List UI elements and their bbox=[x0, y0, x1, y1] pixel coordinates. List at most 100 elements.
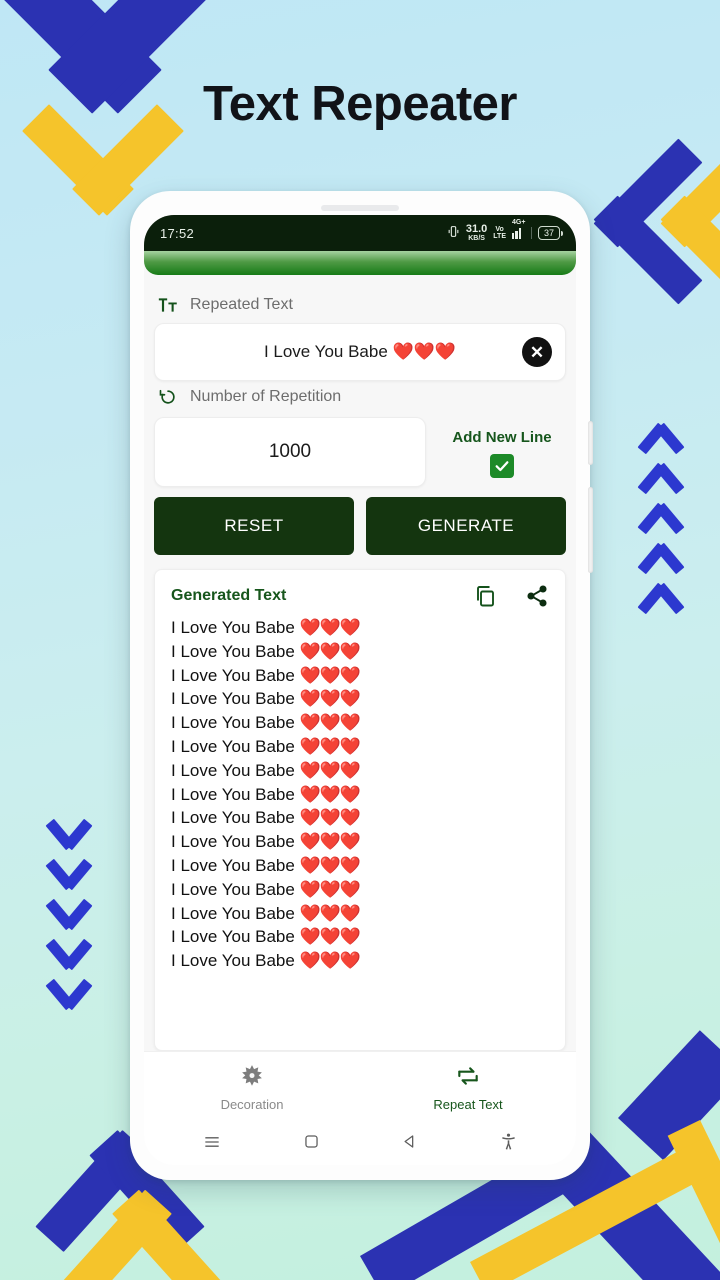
phone-screen: 17:52 31.0 KB/S Vo LTE 4G+ 37 Repeated T… bbox=[144, 215, 576, 1165]
repeated-text-input[interactable]: I Love You Babe ❤️❤️❤️ bbox=[154, 323, 566, 381]
generated-line-hearts: ❤️❤️❤️ bbox=[299, 855, 362, 875]
generated-text-line: I Love You Babe ❤️❤️❤️ bbox=[171, 830, 549, 854]
page-title: Text Repeater bbox=[203, 77, 517, 131]
generated-line-text: I Love You Babe bbox=[171, 665, 300, 685]
home-square-icon[interactable] bbox=[302, 1132, 321, 1156]
generated-text-body[interactable]: I Love You Babe ❤️❤️❤️ I Love You Babe ❤️… bbox=[155, 614, 565, 1050]
nav-item-repeat-text[interactable]: Repeat Text bbox=[360, 1063, 576, 1112]
text-format-icon bbox=[158, 295, 178, 315]
repeated-text-label-row: Repeated Text bbox=[154, 289, 566, 323]
generated-line-text: I Love You Babe bbox=[171, 713, 300, 733]
generated-line-hearts: ❤️❤️❤️ bbox=[299, 665, 362, 685]
generated-line-text: I Love You Babe bbox=[171, 808, 300, 828]
generate-button[interactable]: GENERATE bbox=[366, 497, 566, 555]
network-speed: 31.0 KB/S bbox=[465, 223, 488, 243]
nav-item-decoration[interactable]: Decoration bbox=[144, 1063, 360, 1112]
generated-line-hearts: ❤️❤️❤️ bbox=[299, 641, 362, 661]
generated-line-text: I Love You Babe bbox=[171, 832, 300, 852]
volte-indicator: Vo LTE bbox=[493, 226, 506, 240]
generated-line-text: I Love You Babe bbox=[171, 927, 300, 947]
generated-line-text: I Love You Babe bbox=[171, 903, 300, 923]
repeated-text-input-row: I Love You Babe ❤️❤️❤️ ✕ bbox=[154, 323, 566, 381]
copy-icon[interactable] bbox=[473, 584, 497, 608]
clear-circle-icon[interactable]: ✕ bbox=[522, 337, 552, 367]
volte-bottom: LTE bbox=[493, 233, 506, 240]
repeat-count-icon bbox=[158, 387, 178, 407]
phone-power-button[interactable] bbox=[588, 487, 593, 573]
generated-line-hearts: ❤️❤️❤️ bbox=[299, 808, 362, 828]
network-type: 4G+ bbox=[511, 218, 526, 226]
generated-line-text: I Love You Babe bbox=[171, 879, 300, 899]
repetition-row: 1000 Add New Line bbox=[154, 417, 566, 487]
generated-line-hearts: ❤️❤️❤️ bbox=[299, 736, 362, 756]
decorative-mini-chevron-up bbox=[637, 420, 685, 455]
generated-text-line: I Love You Babe ❤️❤️❤️ bbox=[171, 783, 549, 807]
decorative-mini-chevron-down bbox=[45, 898, 93, 932]
bottom-navigation: Decoration Repeat Text bbox=[144, 1051, 576, 1123]
generated-line-hearts: ❤️❤️❤️ bbox=[299, 832, 362, 852]
generated-text-line: I Love You Babe ❤️❤️❤️ bbox=[171, 902, 549, 926]
generated-line-hearts: ❤️❤️❤️ bbox=[299, 903, 362, 923]
repetition-input[interactable]: 1000 bbox=[154, 417, 426, 487]
reset-button[interactable]: RESET bbox=[154, 497, 354, 555]
decorative-mini-chevron-up bbox=[637, 460, 685, 495]
nav-label-repeat-text: Repeat Text bbox=[433, 1097, 503, 1112]
generated-text-line: I Love You Babe ❤️❤️❤️ bbox=[171, 735, 549, 759]
generated-text-line: I Love You Babe ❤️❤️❤️ bbox=[171, 759, 549, 783]
signal-icon: 4G+ bbox=[511, 219, 525, 239]
generated-text-line: I Love You Babe ❤️❤️❤️ bbox=[171, 949, 549, 973]
app-content: Repeated Text I Love You Babe ❤️❤️❤️ ✕ N… bbox=[144, 275, 576, 1051]
decorative-bar-yellow-bottom-right bbox=[667, 1120, 720, 1280]
generated-line-text: I Love You Babe bbox=[171, 784, 300, 804]
back-triangle-icon[interactable] bbox=[400, 1132, 419, 1156]
generated-line-text: I Love You Babe bbox=[171, 689, 300, 709]
generated-text-line: I Love You Babe ❤️❤️❤️ bbox=[171, 664, 549, 688]
phone-volume-button[interactable] bbox=[588, 421, 593, 465]
battery-indicator: 37 bbox=[537, 226, 563, 240]
repetition-label-row: Number of Repetition bbox=[154, 381, 566, 415]
generated-text-line: I Love You Babe ❤️❤️❤️ bbox=[171, 640, 549, 664]
decorative-mini-chevron-down bbox=[45, 858, 93, 892]
repeat-icon bbox=[455, 1067, 481, 1093]
share-icon[interactable] bbox=[525, 584, 549, 608]
nav-label-decoration: Decoration bbox=[220, 1097, 284, 1112]
decorative-mini-chevron-up bbox=[637, 580, 685, 615]
generated-text-line: I Love You Babe ❤️❤️❤️ bbox=[171, 925, 549, 949]
generated-line-text: I Love You Babe bbox=[171, 618, 300, 637]
action-buttons: RESET GENERATE bbox=[154, 497, 566, 555]
menu-icon[interactable] bbox=[202, 1132, 222, 1157]
status-time: 17:52 bbox=[160, 225, 195, 241]
decorative-mini-chevron-down bbox=[45, 978, 93, 1012]
generated-line-text: I Love You Babe bbox=[171, 641, 300, 661]
add-new-line-checkbox[interactable] bbox=[490, 454, 514, 478]
generated-text-line: I Love You Babe ❤️❤️❤️ bbox=[171, 806, 549, 830]
status-divider bbox=[530, 227, 532, 239]
generated-text-line: I Love You Babe ❤️❤️❤️ bbox=[171, 687, 549, 711]
network-speed-unit: KB/S bbox=[468, 235, 485, 242]
repeated-text-label: Repeated Text bbox=[190, 296, 293, 313]
generated-text-card: Generated Text I Love You Babe ❤️❤️❤️ I … bbox=[154, 569, 566, 1051]
network-speed-value: 31.0 bbox=[465, 223, 488, 235]
generated-text-title: Generated Text bbox=[171, 587, 287, 604]
generated-text-line: I Love You Babe ❤️❤️❤️ bbox=[171, 854, 549, 878]
status-bar: 17:52 31.0 KB/S Vo LTE 4G+ 37 bbox=[144, 215, 576, 251]
generated-line-hearts: ❤️❤️❤️ bbox=[299, 879, 362, 899]
app-bar-banner bbox=[144, 251, 576, 275]
generated-line-text: I Love You Babe bbox=[171, 951, 300, 971]
decorative-bar-blue-bottom-right-2 bbox=[618, 1030, 720, 1161]
generated-line-text: I Love You Babe bbox=[171, 736, 300, 756]
flower-icon bbox=[239, 1065, 265, 1093]
phone-speaker bbox=[321, 205, 399, 211]
decorative-mini-chevron-down bbox=[45, 938, 93, 972]
generated-line-hearts: ❤️❤️❤️ bbox=[299, 713, 362, 733]
decorative-mini-chevron-down bbox=[45, 818, 93, 852]
generated-line-hearts: ❤️❤️❤️ bbox=[299, 951, 362, 971]
generated-line-hearts: ❤️❤️❤️ bbox=[299, 784, 362, 804]
accessibility-icon[interactable] bbox=[499, 1132, 518, 1156]
add-new-line-group: Add New Line bbox=[438, 417, 566, 478]
generated-line-text: I Love You Babe bbox=[171, 855, 300, 875]
decorative-chevron-blue-right bbox=[588, 138, 708, 305]
add-new-line-label: Add New Line bbox=[452, 429, 552, 446]
generated-text-line: I Love You Babe ❤️❤️❤️ bbox=[171, 878, 549, 902]
decorative-chevron-yellow-bottom-left bbox=[58, 1188, 226, 1280]
